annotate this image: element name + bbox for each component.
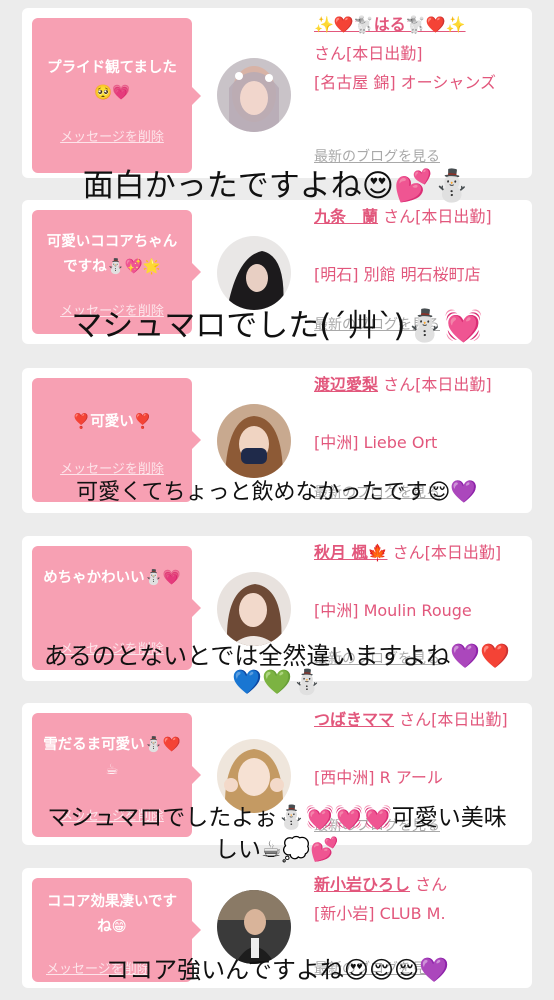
message-text: 雪だるま可愛い⛄❤️☕ [43, 737, 181, 778]
avatar[interactable] [217, 572, 291, 646]
cast-status: さん[本日出勤] [383, 207, 492, 226]
cast-status: さん[本日出勤] [314, 44, 423, 63]
caption-line: 面白かったですよね😍💕⛄ [82, 168, 472, 204]
delete-message-link[interactable]: メッセージを削除 [32, 126, 192, 145]
shop-name: [名古屋 錦] オーシャンズ [314, 73, 497, 92]
message-bubble: プライド観てました🥺💗 メッセージを削除 [32, 18, 192, 173]
caption-line: 可愛くてちょっと飲めなかったです😌💜 [76, 480, 478, 505]
cast-name-link[interactable]: つばきママ [314, 710, 394, 729]
caption-line: マシュマロでした(´艸`)⛄💓 [71, 308, 483, 344]
cast-info: 渡辺愛梨 さん[本日出勤] [中洲] Liebe Ort [314, 370, 526, 457]
cast-name-link[interactable]: 新小岩ひろし [314, 875, 410, 894]
message-text: プライド観てました🥺💗 [47, 60, 177, 101]
cast-info: 九条 蘭 さん[本日出勤] [明石] 別館 明石桜町店 [314, 202, 526, 289]
message-text: ❣️可愛い❣️ [72, 414, 152, 430]
caption-line: しい☕💭💕 [215, 837, 339, 863]
avatar-photo [217, 572, 291, 646]
cast-status: さん[本日出勤] [392, 543, 502, 562]
message-text: 可愛いココアちゃんですね⛄💖🌟 [46, 234, 178, 275]
shop-name: [西中洲] R アール [314, 768, 443, 787]
shop-name: [明石] 別館 明石桜町店 [314, 265, 481, 284]
avatar[interactable] [217, 58, 291, 132]
caption-line: 💙💚⛄ [232, 668, 322, 696]
cast-info: つばきママ さん[本日出勤] [西中洲] R アール [314, 705, 526, 792]
message-card: プライド観てました🥺💗 メッセージを削除 ✨❤️🐩はる🐩❤️✨ さん[本日出勤]… [22, 8, 532, 178]
caption-line: あるのとないとでは全然違いますよね💜❤️ [43, 642, 511, 670]
message-text: ココア効果凄いですね😁 [46, 894, 178, 935]
avatar-photo [217, 236, 291, 310]
shop-name: [中洲] Moulin Rouge [314, 601, 472, 620]
caption-line: ココア強いんですよね😍😌😌💜 [105, 956, 449, 984]
cast-status: さん [415, 875, 448, 894]
cast-name-link[interactable]: 九条 蘭 [314, 207, 378, 226]
shop-name: [中洲] Liebe Ort [314, 433, 438, 452]
cast-name-link[interactable]: 渡辺愛梨 [314, 375, 378, 394]
cast-name-link[interactable]: ✨❤️🐩はる🐩❤️✨ [314, 15, 466, 34]
shop-name: [新小岩] CLUB M. [314, 904, 446, 923]
avatar[interactable] [217, 236, 291, 310]
cast-info: ✨❤️🐩はる🐩❤️✨ さん[本日出勤] [名古屋 錦] オーシャンズ [314, 10, 526, 97]
avatar-photo [217, 58, 291, 132]
cast-status: さん[本日出勤] [383, 375, 492, 394]
avatar-photo [217, 404, 291, 478]
message-text: めちゃかわいい⛄💗 [43, 570, 181, 586]
cast-status: さん[本日出勤] [399, 710, 508, 729]
caption-line: マシュマロでしたよぉ⛄💓💓💓可愛い美味 [47, 805, 507, 831]
cast-info: 新小岩ひろし さん [新小岩] CLUB M. [314, 870, 526, 928]
cast-info: 秋月 楓🍁 さん[本日出勤] [中洲] Moulin Rouge [314, 538, 526, 625]
cast-name-link[interactable]: 秋月 楓🍁 [314, 543, 388, 562]
avatar[interactable] [217, 404, 291, 478]
